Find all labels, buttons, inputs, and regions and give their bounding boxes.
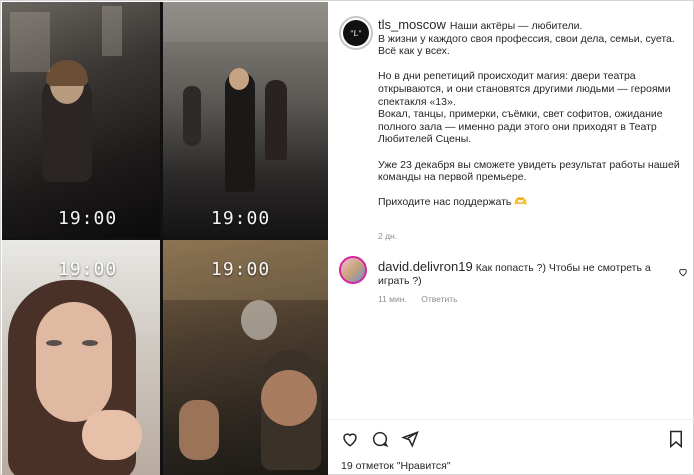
caption-line-7: Уже 23 декабря вы сможете увидеть резуль… [378, 158, 683, 184]
collage-tile-3: 19:00 [2, 240, 160, 475]
reply-button[interactable]: Ответить [421, 294, 457, 304]
comment-meta: 11 мин. Ответить [378, 294, 470, 304]
username-link[interactable]: tls_moscow [378, 17, 446, 32]
person-silhouette-3 [183, 86, 201, 146]
avatar[interactable]: "L" [339, 16, 373, 50]
hand-shape [82, 410, 142, 460]
post-media-collage[interactable]: 19:00 19:00 19:00 19:00 [2, 2, 328, 475]
caption-line-2: В жизни у каждого своя профессия, свои д… [378, 32, 678, 58]
post-window: 19:00 19:00 19:00 19:00 "L" tls_moscow Н… [0, 0, 694, 475]
eye [82, 340, 98, 346]
caption-line-5: Вокал, танцы, примерки, съёмки, свет соф… [378, 108, 666, 146]
person-silhouette-2 [265, 80, 287, 160]
share-icon[interactable] [401, 430, 419, 448]
divider [329, 419, 694, 420]
commenter-avatar[interactable] [339, 256, 367, 284]
face-shape [261, 370, 317, 426]
collage-tile-1: 19:00 [2, 2, 160, 238]
hand-shape [179, 400, 219, 460]
collage-tile-4: 19:00 [163, 240, 328, 475]
eye [46, 340, 62, 346]
face-shape [229, 68, 249, 90]
time-label: 19:00 [58, 259, 118, 280]
hair-shape [46, 60, 88, 86]
caption-line-1: Наши актёры — любители. [449, 20, 583, 32]
commenter-username[interactable]: david.delivron19 [378, 259, 473, 274]
action-bar [341, 430, 419, 448]
bookmark-icon[interactable] [668, 430, 684, 453]
time-label: 19:00 [211, 208, 271, 229]
time-label: 19:00 [58, 208, 118, 229]
post-caption: tls_moscow Наши актёры — любители. В жизн… [378, 17, 683, 209]
background-person [102, 6, 122, 56]
post-details-panel: "L" tls_moscow Наши актёры — любители. В … [329, 2, 694, 475]
small-heart-icon[interactable] [678, 264, 688, 282]
background-people [10, 12, 50, 72]
caption-line-4: Но в дни репетиций происходит магия: две… [378, 70, 674, 108]
collage-tile-2: 19:00 [163, 2, 328, 238]
comment-icon[interactable] [371, 430, 389, 448]
heart-icon[interactable] [341, 430, 359, 448]
comment: david.delivron19 Как попасть ?) Чтобы не … [378, 260, 678, 288]
comment-timestamp[interactable]: 11 мин. [378, 294, 407, 304]
caption-line-9: Приходите нас поддержать 🫶 [378, 196, 528, 209]
lamp [241, 300, 277, 340]
ceiling [163, 2, 328, 42]
face-shape [36, 302, 112, 422]
time-label: 19:00 [211, 259, 271, 280]
likes-count[interactable]: 19 отметок "Нравится" [341, 460, 451, 472]
post-timestamp[interactable]: 2 дн. [378, 231, 397, 241]
person-silhouette [225, 72, 255, 192]
avatar-logo: "L" [343, 20, 369, 46]
